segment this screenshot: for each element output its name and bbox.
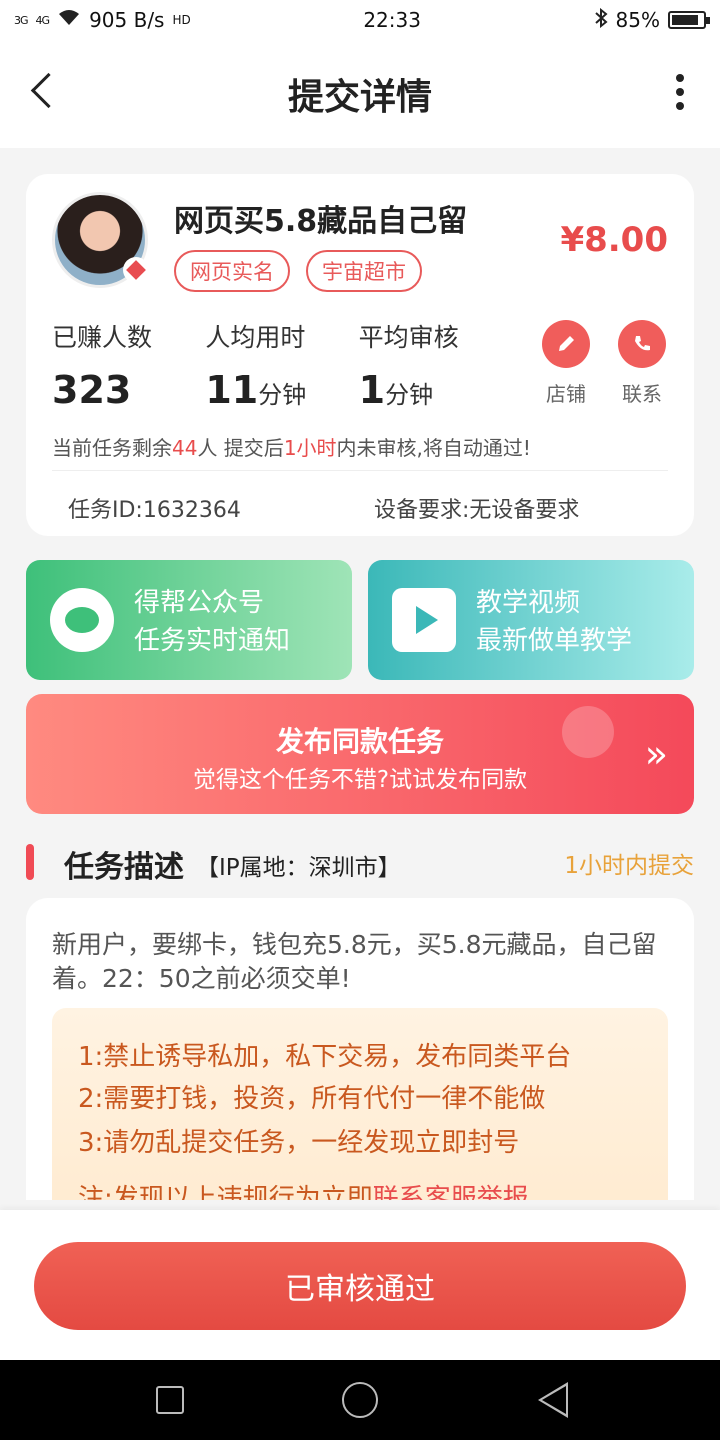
task-id: 任务ID:1632364 [68, 498, 241, 523]
task-title: 网页买5.8藏品自己留 [174, 204, 468, 239]
rules-box: 1:禁止诱导私加，私下交易，发布同类平台 2:需要打钱，投资，所有代付一律不能做… [52, 1008, 668, 1200]
stat-avg-time: 人均用时 11分钟 [205, 318, 358, 412]
contact-button[interactable]: 联系 [618, 320, 666, 407]
publish-same-task-banner[interactable]: 发布同款任务 觉得这个任务不错?试试发布同款 » [26, 694, 694, 814]
stat-earned-count: 已赚人数 323 [52, 318, 205, 412]
description-section-header: 任务描述 【IP属地：深圳市】 1小时内提交 [26, 842, 694, 885]
divider [52, 470, 668, 471]
more-menu-icon[interactable] [674, 74, 686, 110]
network-speed: 905 B/s [89, 8, 165, 32]
signal-4g-icon: 4G [35, 13, 50, 27]
stat-value: 11分钟 [205, 368, 307, 412]
task-notice: 当前任务剩余44人 提交后1小时内未审核,将自动通过! [52, 436, 531, 460]
video-banner[interactable]: 教学视频 最新做单教学 [368, 560, 694, 680]
description-text: 新用户，要绑卡，钱包充5.8元，买5.8元藏品，自己留着。22：50之前必须交单… [52, 930, 657, 993]
stat-label: 平均审核 [358, 323, 459, 352]
home-icon[interactable] [342, 1382, 378, 1418]
task-tags: 网页实名 宇宙超市 [174, 250, 422, 292]
stat-value: 1分钟 [358, 368, 434, 412]
bluetooth-icon [594, 7, 608, 33]
submit-time-limit: 1小时内提交 [564, 853, 694, 879]
wechat-banner-text: 得帮公众号 任务实时通知 [134, 588, 291, 656]
wechat-icon [50, 588, 114, 652]
task-actions: 店铺 联系 [542, 320, 666, 407]
task-info-card: 网页买5.8藏品自己留 网页实名 宇宙超市 ¥8.00 已赚人数 323 人均用… [26, 174, 694, 536]
ip-location: 【IP属地：深圳市】 [196, 855, 401, 881]
tag-item: 宇宙超市 [306, 250, 422, 292]
scroll-content[interactable]: 网页买5.8藏品自己留 网页实名 宇宙超市 ¥8.00 已赚人数 323 人均用… [0, 148, 720, 1200]
hd-call-icon: HD [172, 13, 191, 27]
publish-title: 发布同款任务 [275, 725, 444, 758]
tag-item: 网页实名 [174, 250, 290, 292]
vip-diamond-icon [123, 257, 149, 283]
status-left: 3G 4G 905 B/s HD [14, 8, 191, 32]
status-bar: 3G 4G 905 B/s HD 22:33 85% [0, 0, 720, 40]
system-nav-bar [0, 1360, 720, 1440]
status-right: 85% [594, 7, 710, 33]
shop-button[interactable]: 店铺 [542, 320, 590, 407]
back-arrow-icon[interactable] [22, 70, 66, 114]
description-card: 新用户，要绑卡，钱包充5.8元，买5.8元藏品，自己留着。22：50之前必须交单… [26, 898, 694, 1200]
contact-label: 联系 [622, 382, 662, 406]
pencil-icon [542, 320, 590, 368]
battery-fill [672, 15, 698, 25]
recent-apps-icon[interactable] [156, 1386, 184, 1414]
section-marker [26, 844, 34, 880]
video-play-icon [392, 588, 456, 652]
stat-avg-review: 平均审核 1分钟 [359, 318, 512, 412]
publish-subtitle: 觉得这个任务不错?试试发布同款 [192, 767, 528, 793]
avatar[interactable] [52, 192, 149, 288]
shop-label: 店铺 [546, 382, 586, 406]
stat-label: 已赚人数 [52, 323, 153, 352]
approved-button[interactable]: 已审核通过 [34, 1242, 686, 1330]
clock: 22:33 [363, 8, 421, 32]
wifi-icon [57, 8, 81, 32]
device-requirement: 设备要求:无设备要求 [374, 498, 580, 523]
wechat-banner[interactable]: 得帮公众号 任务实时通知 [26, 560, 352, 680]
stat-value: 323 [52, 368, 132, 412]
battery-icon [668, 11, 710, 29]
nav-back-icon[interactable] [538, 1382, 568, 1418]
battery-percent: 85% [615, 8, 660, 32]
stat-label: 人均用时 [205, 323, 306, 352]
task-stats: 已赚人数 323 人均用时 11分钟 平均审核 1分钟 [52, 318, 512, 412]
signal-3g-icon: 3G [14, 13, 28, 27]
rule-item: 2:需要打钱，投资，所有代付一律不能做 [78, 1084, 546, 1114]
double-chevron-icon: » [644, 732, 668, 776]
task-price: ¥8.00 [560, 220, 668, 260]
page-title: 提交详情 [287, 77, 432, 118]
top-header: 提交详情 [0, 40, 720, 148]
video-banner-text: 教学视频 最新做单教学 [476, 588, 633, 656]
rule-note: 注:发现以上违规行为立即联系客服举报 [78, 1184, 529, 1200]
rule-item: 3:请勿乱提交任务，一经发现立即封号 [78, 1128, 520, 1158]
rule-item: 1:禁止诱导私加，私下交易，发布同类平台 [78, 1042, 572, 1072]
section-title: 任务描述 [64, 850, 184, 885]
bottom-bar: 已审核通过 [0, 1210, 720, 1360]
phone-icon [618, 320, 666, 368]
